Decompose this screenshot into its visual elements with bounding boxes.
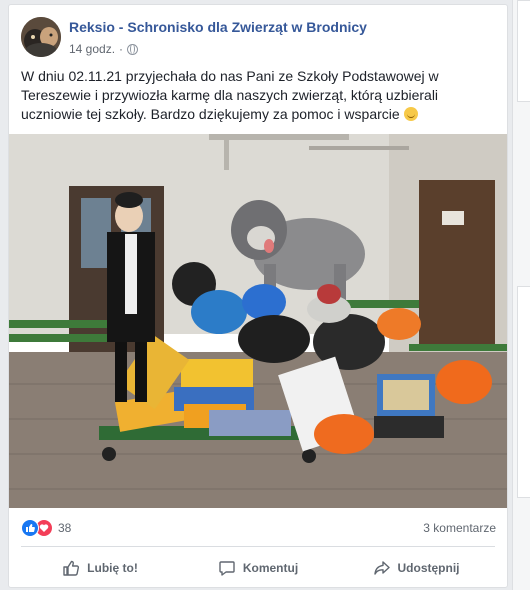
post-photo[interactable] xyxy=(9,134,507,508)
post-meta: 14 godz. · xyxy=(69,42,139,56)
post-actions: Lubię to! Komentuj Udostępnij xyxy=(21,552,495,584)
smile-emoji-icon xyxy=(403,107,418,121)
avatar[interactable] xyxy=(21,17,61,57)
share-icon xyxy=(373,561,390,575)
post-header: Reksio - Schronisko dla Zwierząt w Brodn… xyxy=(21,17,491,61)
post-text: W dniu 02.11.21 przyjechała do nas Pani … xyxy=(21,67,491,124)
page-name-link[interactable]: Reksio - Schronisko dla Zwierząt w Brodn… xyxy=(69,19,367,35)
right-sidebar-strip xyxy=(512,0,530,590)
comment-icon xyxy=(219,561,235,576)
like-button[interactable]: Lubię to! xyxy=(21,552,179,584)
comment-button[interactable]: Komentuj xyxy=(179,552,337,584)
comments-count-link[interactable]: 3 komentarze xyxy=(423,521,496,535)
globe-icon[interactable] xyxy=(127,43,139,55)
post-time[interactable]: 14 godz. xyxy=(69,42,115,56)
post-card: Reksio - Schronisko dla Zwierząt w Brodn… xyxy=(8,4,508,588)
share-button[interactable]: Udostępnij xyxy=(337,552,495,584)
meta-separator: · xyxy=(119,42,124,56)
sidebar-card xyxy=(517,0,530,102)
like-label: Lubię to! xyxy=(87,561,138,575)
thumbs-up-icon xyxy=(63,560,80,576)
reaction-count[interactable]: 38 xyxy=(58,521,71,535)
like-reaction-icon xyxy=(21,519,39,537)
comment-label: Komentuj xyxy=(242,561,299,575)
post-body: W dniu 02.11.21 przyjechała do nas Pani … xyxy=(21,68,439,122)
sidebar-card xyxy=(517,286,530,498)
share-label: Udostępnij xyxy=(397,561,460,575)
reaction-summary[interactable]: 38 xyxy=(21,519,71,537)
divider xyxy=(21,546,495,547)
